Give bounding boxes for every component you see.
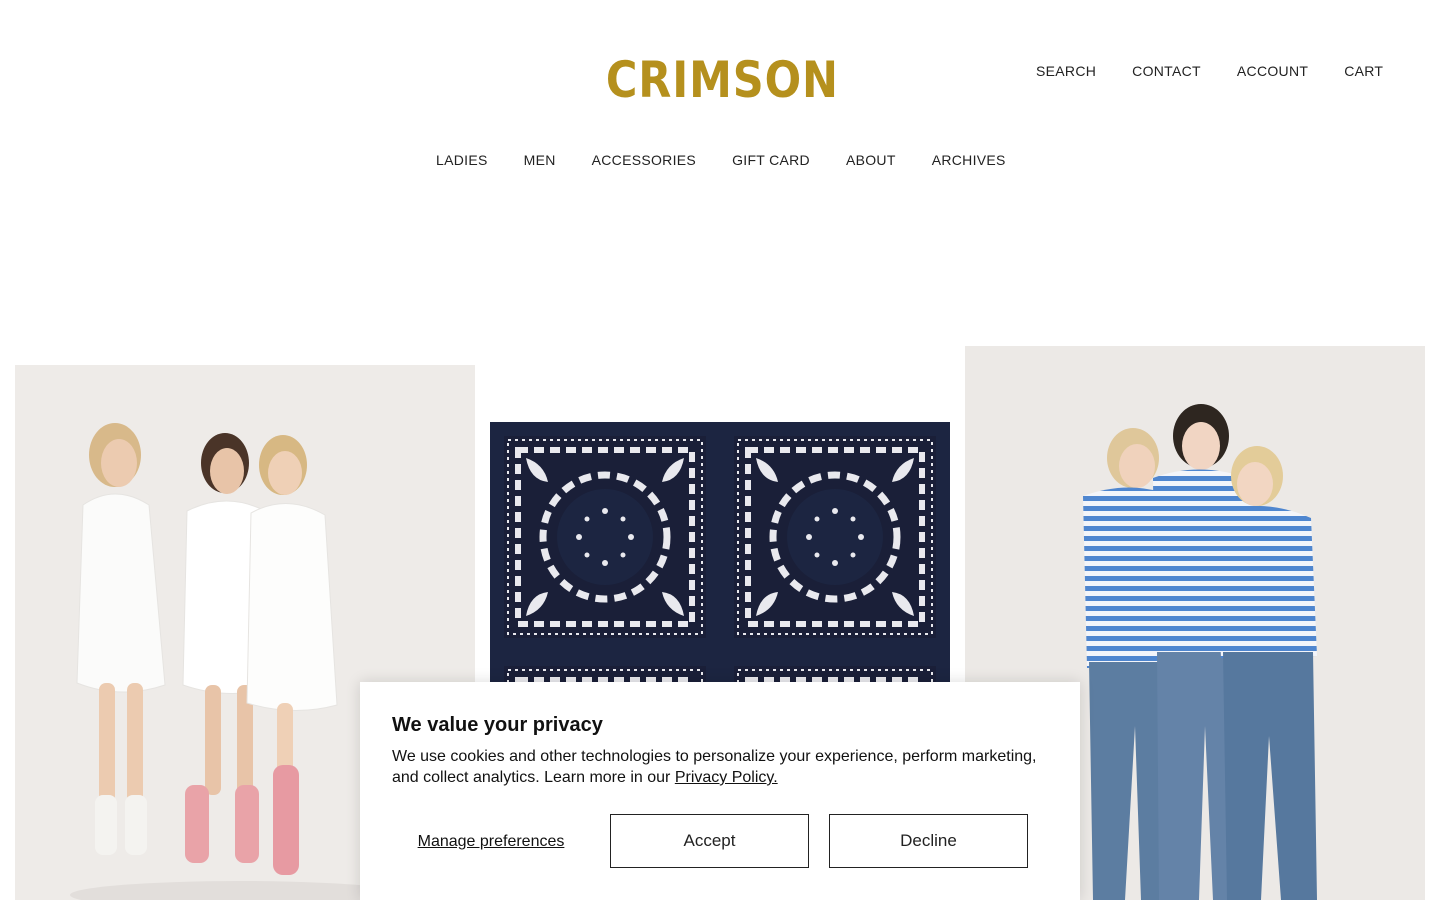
search-link[interactable]: SEARCH: [1036, 60, 1096, 82]
account-link[interactable]: ACCOUNT: [1237, 60, 1308, 82]
consent-title: We value your privacy: [392, 714, 603, 736]
nav-about[interactable]: ABOUT: [846, 149, 896, 171]
utility-nav: SEARCH CONTACT ACCOUNT CART: [1036, 60, 1383, 82]
nav-men[interactable]: MEN: [524, 149, 556, 171]
accept-button[interactable]: Accept: [610, 814, 809, 868]
decline-button[interactable]: Decline: [829, 814, 1028, 868]
manage-preferences-button[interactable]: Manage preferences: [392, 832, 590, 851]
cart-link[interactable]: CART: [1344, 60, 1383, 82]
nav-ladies[interactable]: LADIES: [436, 149, 488, 171]
consent-actions: Manage preferences Accept Decline: [392, 814, 1048, 868]
consent-body: We use cookies and other technologies to…: [392, 746, 1042, 788]
nav-archives[interactable]: ARCHIVES: [932, 149, 1006, 171]
nav-accessories[interactable]: ACCESSORIES: [592, 149, 696, 171]
main-nav: LADIES MEN ACCESSORIES GIFT CARD ABOUT A…: [436, 149, 1006, 171]
contact-link[interactable]: CONTACT: [1132, 60, 1201, 82]
brand-logo[interactable]: CRIMSON: [606, 50, 838, 110]
privacy-policy-link[interactable]: Privacy Policy.: [675, 769, 778, 786]
cookie-consent-banner: We value your privacy We use cookies and…: [360, 682, 1080, 900]
nav-gift-card[interactable]: GIFT CARD: [732, 149, 810, 171]
